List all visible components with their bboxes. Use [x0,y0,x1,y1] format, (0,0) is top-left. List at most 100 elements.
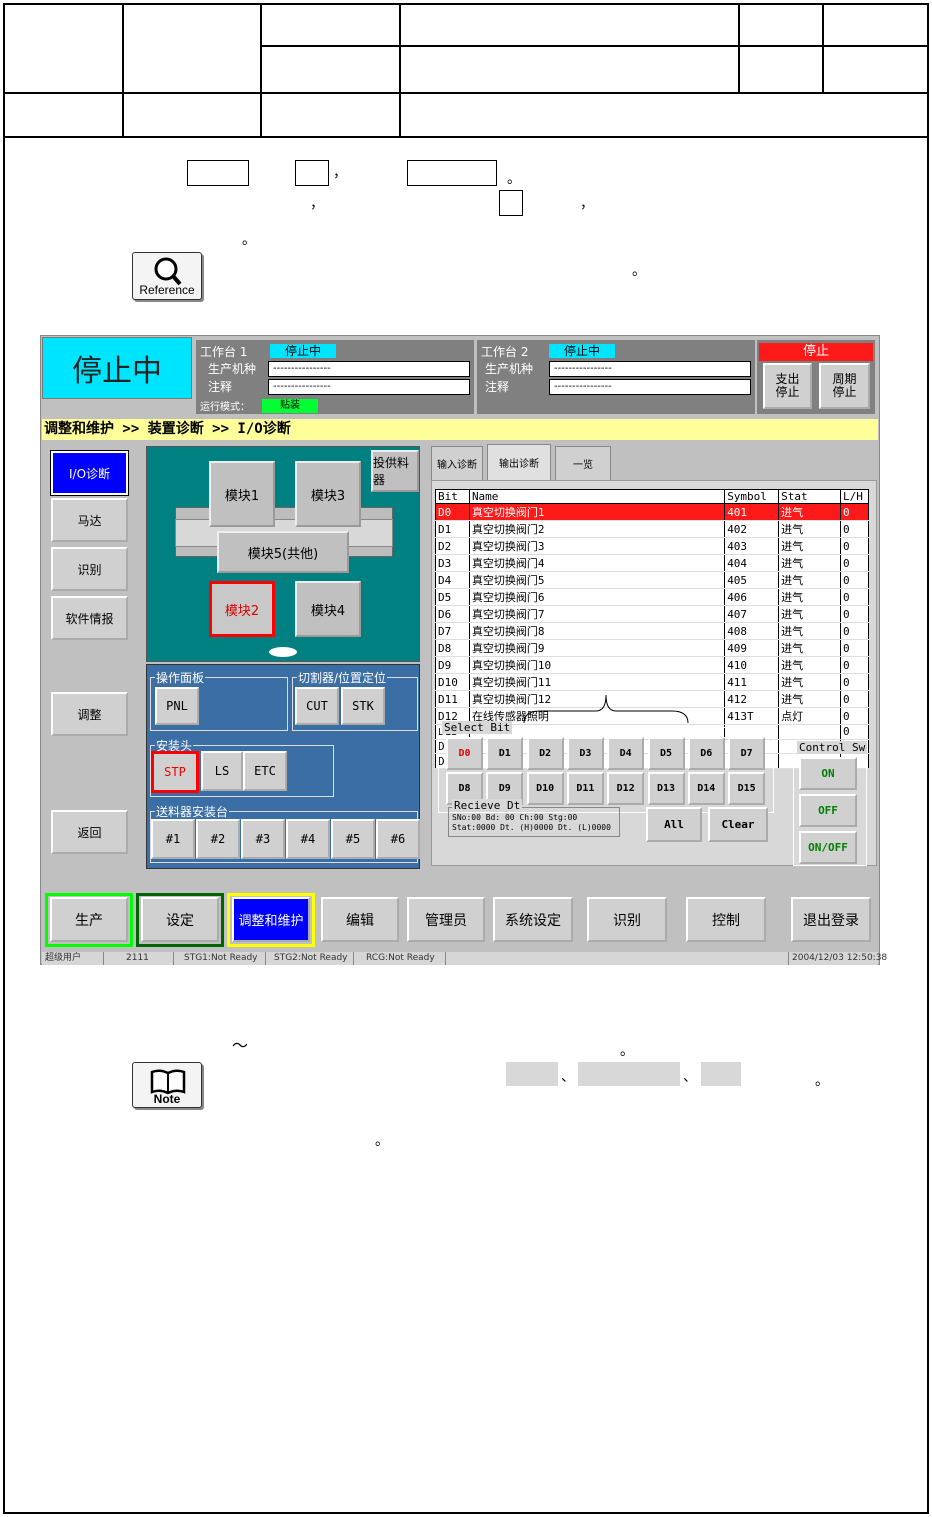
bit-button-d13[interactable]: D13 [647,772,685,805]
nav-setup[interactable]: 设定 [141,897,219,942]
table-row[interactable]: D10 真空切换阀门11 411 进气 0 [435,673,870,691]
table-row[interactable]: D5 真空切换阀门6 406 进气 0 [435,588,870,606]
feeder-table-5-button[interactable]: #5 [331,819,375,859]
nav-admin[interactable]: 管理员 [407,897,485,942]
table-row[interactable]: D9 真空切换阀门10 410 进气 0 [435,656,870,674]
cell-lh: 0 [839,605,870,623]
on-off-button[interactable]: ON/OFF [799,831,857,864]
group-title: 操作面板 [155,669,206,686]
side-motor[interactable]: 马达 [51,498,128,542]
nav-recognition[interactable]: 识别 [587,897,667,942]
clear-button[interactable]: Clear [708,807,768,842]
module-4[interactable]: 模块4 [295,581,361,637]
feeder-supply-button[interactable]: 投供料器 [371,450,419,492]
stk-button[interactable]: STK [341,687,385,725]
bit-button-d14[interactable]: D14 [687,772,725,805]
stage1-model-field: ---------------- [268,361,470,377]
run-mode-label: 运行模式： [200,402,250,413]
select-bit-label: Select Bit [442,721,513,734]
feeder-table-3-button[interactable]: #3 [241,819,285,859]
bit-button-d7[interactable]: D7 [728,737,766,770]
cycle-stop-label: 周期 停止 [832,372,857,399]
off-button[interactable]: OFF [799,794,857,827]
text-placeholder-box [407,160,497,186]
run-mode-value: 贴装 [262,399,318,413]
table-row[interactable]: D0 真空切换阀门1 401 进气 0 [435,503,870,521]
bit-button-d10[interactable]: D10 [526,772,564,805]
side-recognition[interactable]: 识别 [51,547,128,591]
bit-button-d12[interactable]: D12 [607,772,645,805]
cell-symbol: 407 [724,605,780,623]
nav-logout[interactable]: 退出登录 [791,897,871,942]
cell-lh: 0 [839,520,870,538]
side-adjust[interactable]: 调整 [51,692,128,736]
cycle-stop-button[interactable]: 周期 停止 [819,363,870,409]
control-sw-label: Control Sw [797,741,868,754]
module-2[interactable]: 模块2 [209,581,275,637]
header-rule [738,3,740,93]
table-row[interactable]: D8 真空切换阀门9 409 进气 0 [435,639,870,657]
machine-status: 停止中 [42,337,192,399]
bit-button-d6[interactable]: D6 [687,737,725,770]
feeder-table-6-button[interactable]: #6 [376,819,420,859]
table-row[interactable]: D7 真空切换阀门8 408 进气 0 [435,622,870,640]
status-stg2: STG2:Not Ready [266,952,354,965]
stage2-state: 停止中 [549,344,615,358]
bit-button-d2[interactable]: D2 [526,737,564,770]
comma-mark: ， [333,165,347,181]
table-row[interactable]: D3 真空切换阀门4 404 进气 0 [435,554,870,572]
ls-button[interactable]: LS [201,751,243,791]
text-highlight [701,1062,741,1086]
cell-stat: 进气 [778,588,841,606]
nav-control[interactable]: 控制 [686,897,766,942]
bit-button-d5[interactable]: D5 [647,737,685,770]
feeder-table-2-button[interactable]: #2 [196,819,240,859]
nav-adjust-maintain[interactable]: 调整和维护 [232,897,310,942]
table-row[interactable]: D6 真空切换阀门7 407 进气 0 [435,605,870,623]
supply-stop-button[interactable]: 支出 停止 [763,363,812,409]
group-title: 切割器/位置定位 [297,669,388,686]
nav-system-settings[interactable]: 系统设定 [493,897,573,942]
table-row[interactable]: D4 真空切换阀门5 405 进气 0 [435,571,870,589]
period-mark: 。 [632,263,646,279]
stage2-title: 工作台 2 [481,345,529,359]
side-software-info[interactable]: 软件情报 [51,596,128,640]
text-placeholder-box [187,160,249,186]
table-row[interactable]: D1 真空切换阀门2 402 进气 0 [435,520,870,538]
all-button[interactable]: All [646,807,702,842]
on-button[interactable]: ON [799,757,857,790]
module-3[interactable]: 模块3 [295,461,361,527]
cut-button[interactable]: CUT [295,687,339,725]
table-header-row: Bit Name Symbol Stat L/H [435,489,870,504]
feeder-table-4-button[interactable]: #4 [286,819,330,859]
bit-button-d3[interactable]: D3 [566,737,604,770]
header-rule [260,45,929,47]
side-back[interactable]: 返回 [51,810,128,854]
tab-list[interactable]: 一览 [555,446,611,480]
note-icon: Note [132,1062,202,1108]
cell-symbol: 410 [724,656,780,674]
bit-button-d4[interactable]: D4 [607,737,645,770]
bit-button-d0[interactable]: D0 [446,737,483,770]
nav-production[interactable]: 生产 [50,897,128,942]
stage2-model-label: 生产机种 [485,362,534,376]
pnl-button[interactable]: PNL [155,687,199,725]
nav-edit[interactable]: 编辑 [321,897,399,942]
side-io-diagnosis[interactable]: I/O诊断 [50,450,129,496]
cell-symbol: 409 [724,639,780,657]
cell-stat: 进气 [778,537,841,555]
bit-button-d11[interactable]: D11 [566,772,604,805]
module-5[interactable]: 模块5(共他) [217,531,349,573]
table-row[interactable]: D2 真空切换阀门3 403 进气 0 [435,537,870,555]
cell-name: 真空切换阀门3 [468,537,726,555]
bit-button-d15[interactable]: D15 [728,772,766,805]
cell-lh: 0 [839,503,870,521]
stage1-panel: 工作台 1 停止中 生产机种 ---------------- 注释 -----… [196,340,474,414]
stp-button[interactable]: STP [151,751,199,793]
tab-input-diagnosis[interactable]: 输入诊断 [431,446,483,480]
bit-button-d1[interactable]: D1 [486,737,524,770]
module-1[interactable]: 模块1 [209,461,275,527]
tab-output-diagnosis[interactable]: 输出诊断 [487,444,551,480]
feeder-table-1-button[interactable]: #1 [151,819,195,859]
etc-button[interactable]: ETC [243,751,287,791]
